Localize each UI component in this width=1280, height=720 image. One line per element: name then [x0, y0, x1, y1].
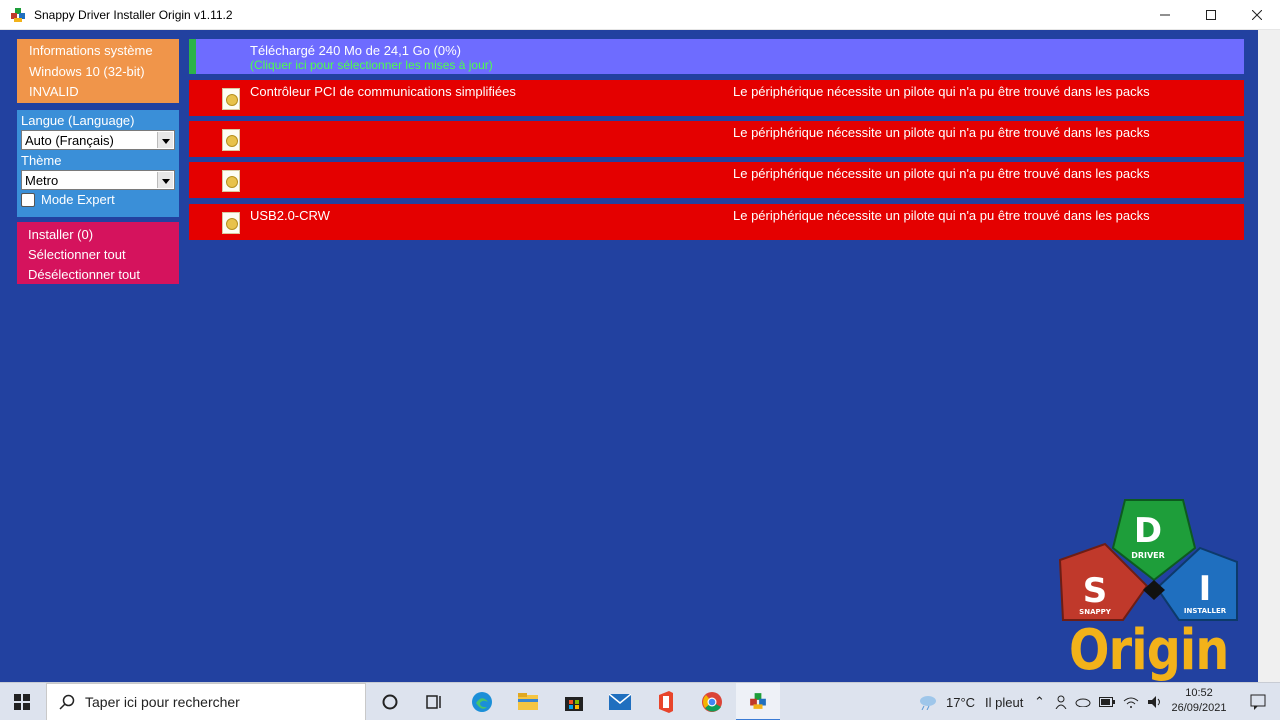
download-status: Téléchargé 240 Mo de 24,1 Go (0%): [250, 43, 462, 58]
device-status: Le périphérique nécessite un pilote qui …: [733, 166, 1150, 181]
chevron-up-icon[interactable]: ⌃: [1034, 694, 1045, 710]
store-icon: [565, 697, 583, 711]
battery-icon[interactable]: [1098, 697, 1115, 707]
license-status: INVALID: [29, 84, 79, 99]
system-info-label[interactable]: Informations système: [29, 41, 179, 62]
logo-letter-i: I: [1199, 569, 1212, 609]
edge-icon: [472, 692, 492, 712]
driver-file-icon: [222, 88, 240, 110]
logo-word-snappy: SNAPPY: [1079, 608, 1112, 616]
office-button[interactable]: [644, 683, 688, 720]
windows-icon: [14, 694, 30, 710]
driver-file-icon: [222, 212, 240, 234]
settings-panel: Langue (Language) Auto (Français) Thème …: [17, 110, 179, 217]
select-all-button[interactable]: Sélectionner tout: [28, 245, 179, 265]
window-title: Snappy Driver Installer Origin v1.11.2: [34, 7, 233, 22]
sdi-taskbar-button[interactable]: [736, 683, 780, 720]
os-version: Windows 10 (32-bit): [29, 63, 145, 79]
logo-word-driver: DRIVER: [1131, 551, 1165, 560]
logo-origin-text: Origin: [1069, 618, 1229, 683]
theme-select[interactable]: Metro: [21, 170, 175, 190]
device-status: Le périphérique nécessite un pilote qui …: [733, 125, 1150, 140]
file-explorer-button[interactable]: [506, 683, 550, 720]
rain-cloud-icon: [920, 696, 936, 710]
search-placeholder: Taper ici pour rechercher: [85, 694, 240, 710]
folder-icon: [518, 693, 538, 710]
expert-mode-toggle[interactable]: Mode Expert: [21, 192, 175, 207]
chrome-icon: [702, 692, 722, 712]
device-status: Le périphérique nécessite un pilote qui …: [733, 208, 1150, 223]
logo-letter-d: D: [1134, 511, 1162, 551]
device-name: Contrôleur PCI de communications simplif…: [250, 84, 516, 99]
weather-widget[interactable]: 17°C Il pleut: [918, 683, 1023, 720]
search-icon: [59, 694, 75, 710]
expert-mode-label: Mode Expert: [41, 192, 115, 207]
edge-taskbar-button[interactable]: [460, 683, 504, 720]
language-value: Auto (Français): [25, 133, 114, 148]
minimize-button[interactable]: [1142, 0, 1188, 30]
maximize-icon: [1206, 10, 1216, 20]
chevron-down-icon[interactable]: [157, 132, 173, 148]
system-tray: ⌃: [1034, 683, 1163, 720]
download-progress-bar: [189, 39, 196, 74]
logo-shapes: D DRIVER S SNAPPY I INSTALLER: [1058, 499, 1238, 621]
weather-description: Il pleut: [985, 694, 1024, 710]
device-row[interactable]: Le périphérique nécessite un pilote qui …: [189, 121, 1244, 157]
mail-icon: [609, 694, 631, 710]
taskbar: Taper ici pour rechercher 17°C Il pleut …: [0, 682, 1280, 720]
device-row[interactable]: Le périphérique nécessite un pilote qui …: [189, 162, 1244, 198]
task-view-button[interactable]: [412, 683, 456, 720]
install-button[interactable]: Installer (0): [28, 225, 179, 245]
store-button[interactable]: [552, 683, 596, 720]
updates-row[interactable]: Téléchargé 240 Mo de 24,1 Go (0%) (Cliqu…: [189, 39, 1244, 74]
close-button[interactable]: [1234, 0, 1280, 30]
taskbar-clock[interactable]: 10:52 26/09/2021: [1170, 686, 1228, 716]
taskbar-search-box[interactable]: Taper ici pour rechercher: [46, 683, 366, 720]
chrome-button[interactable]: [690, 683, 734, 720]
expert-mode-checkbox[interactable]: [21, 192, 35, 207]
actions-panel: Installer (0) Sélectionner tout Désélect…: [17, 222, 179, 284]
minimize-icon: [1160, 14, 1170, 16]
vertical-scrollbar[interactable]: [1258, 30, 1280, 682]
language-label: Langue (Language): [21, 113, 135, 128]
system-info-panel[interactable]: Informations système Windows 10 (32-bit)…: [17, 39, 179, 103]
title-bar: Snappy Driver Installer Origin v1.11.2: [0, 0, 1280, 30]
start-button[interactable]: [0, 683, 44, 720]
weather-temperature: 17°C: [946, 694, 976, 710]
sdi-origin-logo: D DRIVER S SNAPPY I INSTALLER Origin: [1055, 498, 1245, 683]
people-icon[interactable]: [1055, 695, 1067, 709]
device-name: USB2.0-CRW: [250, 208, 330, 223]
task-view-icon: [426, 695, 441, 709]
driver-file-icon: [222, 129, 240, 151]
device-status: Le périphérique nécessite un pilote qui …: [733, 84, 1150, 99]
notifications-button[interactable]: [1236, 683, 1280, 720]
theme-label: Thème: [21, 153, 62, 168]
device-row[interactable]: USB2.0-CRW Le périphérique nécessite un …: [189, 204, 1244, 240]
driver-file-icon: [222, 170, 240, 192]
theme-value: Metro: [25, 173, 59, 188]
update-hint: (Cliquer ici pour sélectionner les mises…: [250, 58, 493, 72]
deselect-all-button[interactable]: Désélectionner tout: [28, 265, 179, 285]
clock-date: 26/09/2021: [1171, 702, 1227, 714]
app-icon: [11, 7, 25, 22]
logo-letter-s: S: [1083, 571, 1108, 611]
chevron-down-icon[interactable]: [157, 172, 173, 188]
volume-icon[interactable]: [1147, 696, 1163, 708]
mail-button[interactable]: [598, 683, 642, 720]
clock-time: 10:52: [1185, 687, 1213, 699]
onedrive-icon[interactable]: [1075, 697, 1091, 707]
logo-word-installer: INSTALLER: [1184, 607, 1227, 615]
close-icon: [1252, 10, 1262, 20]
cortana-icon: [382, 694, 398, 710]
language-select[interactable]: Auto (Français): [21, 130, 175, 150]
notification-icon: [1250, 694, 1266, 710]
office-icon: [659, 691, 673, 713]
wifi-icon[interactable]: [1123, 696, 1139, 708]
cortana-button[interactable]: [368, 683, 412, 720]
maximize-button[interactable]: [1188, 0, 1234, 30]
sdi-app-icon: [750, 693, 766, 709]
device-row[interactable]: Contrôleur PCI de communications simplif…: [189, 80, 1244, 116]
